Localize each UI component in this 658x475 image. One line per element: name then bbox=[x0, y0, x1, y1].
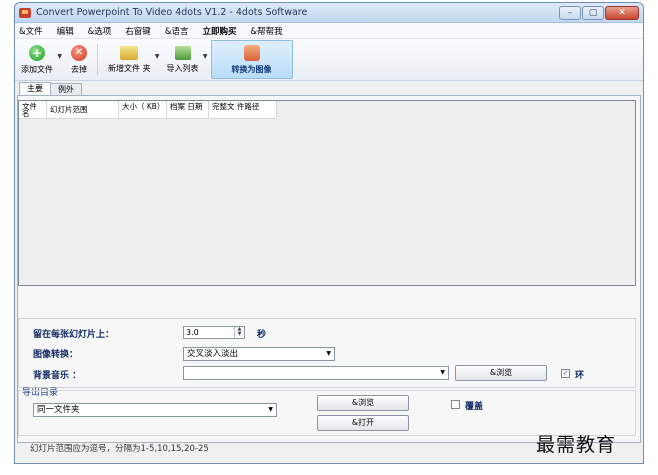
col-full-path[interactable]: 完整文 件路径 bbox=[209, 101, 277, 118]
settings-group: 留在每张幻灯片上： 3.0 ▲ ▼ 秒 图像转换： 交叉淡入淡出 ▼ 背景音乐 ：… bbox=[18, 318, 636, 388]
import-list-button[interactable]: 导入列表 ▼ bbox=[163, 39, 208, 80]
loop-checkbox[interactable]: ✓ bbox=[561, 369, 570, 378]
plus-icon: + bbox=[29, 44, 45, 61]
hand-pointer-icon bbox=[243, 44, 260, 61]
loop-label: 环 bbox=[575, 371, 585, 381]
menu-file[interactable]: &文件 bbox=[19, 25, 43, 37]
music-select[interactable]: ▼ bbox=[183, 366, 449, 380]
output-folder-value: 同一文件夹 bbox=[37, 405, 80, 415]
minimize-button[interactable]: – bbox=[559, 6, 581, 20]
browse-output-button[interactable]: &浏览 bbox=[317, 395, 409, 411]
folder-icon bbox=[120, 45, 139, 60]
app-window: Convert Powerpoint To Video 4dots V1.2 -… bbox=[14, 2, 644, 464]
toolbar-separator bbox=[97, 44, 98, 75]
toolbar: + 添加文件 ▼ ✕ 去掉 新增文件 夹 ▼ 导入列表 ▼ 转换为图像 bbox=[15, 39, 643, 81]
chevron-down-icon: ▼ bbox=[268, 406, 273, 413]
add-file-label: 添加文件 bbox=[21, 64, 53, 74]
col-slide-range[interactable]: 幻灯片范围 bbox=[47, 101, 119, 118]
remove-button[interactable]: ✕ 去掉 bbox=[67, 39, 91, 80]
transition-label: 图像转换： bbox=[33, 350, 79, 360]
menu-context[interactable]: 右窗键 bbox=[125, 25, 151, 37]
dropdown-arrow-icon[interactable]: ▼ bbox=[57, 53, 62, 60]
add-file-button[interactable]: + 添加文件 ▼ bbox=[17, 39, 62, 80]
menu-bar: &文件 编辑 &选项 右窗键 &语言 立即购买 &帮帮我 bbox=[15, 23, 643, 39]
menu-buy-now[interactable]: 立即购买 bbox=[202, 25, 236, 37]
duration-value: 3.0 bbox=[186, 328, 199, 337]
browse-music-button[interactable]: &浏览 bbox=[455, 365, 547, 381]
main-panel: 文件 名 幻灯片范围 大小（ KB） 档案 日期 完整文 件路径 留在每张幻灯片… bbox=[17, 95, 641, 443]
title-bar: Convert Powerpoint To Video 4dots V1.2 -… bbox=[15, 3, 643, 23]
watermark-text: 最需教育 bbox=[536, 434, 617, 456]
duration-label: 留在每张幻灯片上： bbox=[33, 330, 115, 340]
delete-icon: ✕ bbox=[71, 44, 87, 61]
duration-unit: 秒 bbox=[257, 330, 267, 340]
output-folder-select[interactable]: 同一文件夹 ▼ bbox=[33, 403, 277, 417]
window-title: Convert Powerpoint To Video 4dots V1.2 -… bbox=[36, 7, 308, 18]
chevron-down-icon: ▼ bbox=[440, 369, 445, 376]
col-file-name[interactable]: 文件 名 bbox=[19, 101, 47, 118]
grid-header: 文件 名 幻灯片范围 大小（ KB） 档案 日期 完整文 件路径 bbox=[19, 101, 277, 119]
file-grid[interactable]: 文件 名 幻灯片范围 大小（ KB） 档案 日期 完整文 件路径 bbox=[18, 100, 636, 286]
new-folder-button[interactable]: 新增文件 夹 ▼ bbox=[104, 39, 160, 80]
maximize-button[interactable]: ▢ bbox=[582, 6, 604, 20]
menu-help[interactable]: &帮帮我 bbox=[250, 25, 282, 37]
menu-edit[interactable]: 编辑 bbox=[57, 25, 74, 37]
duration-spinner[interactable]: 3.0 ▲ ▼ bbox=[183, 326, 245, 339]
chevron-down-icon: ▼ bbox=[326, 350, 331, 357]
import-list-label: 导入列表 bbox=[166, 63, 199, 73]
close-button[interactable]: ✕ bbox=[605, 6, 639, 20]
app-icon bbox=[19, 7, 31, 18]
new-folder-label: 新增文件 夹 bbox=[108, 63, 151, 73]
dropdown-arrow-icon[interactable]: ▼ bbox=[203, 53, 208, 60]
transition-select[interactable]: 交叉淡入淡出 ▼ bbox=[183, 347, 335, 361]
spinner-arrows-icon[interactable]: ▲ ▼ bbox=[234, 327, 244, 338]
overwrite-label: 覆盖 bbox=[465, 402, 484, 412]
convert-button[interactable]: 转换为图像 bbox=[210, 40, 293, 79]
transition-value: 交叉淡入淡出 bbox=[187, 349, 239, 359]
overwrite-checkbox[interactable] bbox=[451, 400, 460, 409]
open-output-button[interactable]: &打开 bbox=[317, 415, 409, 431]
menu-options[interactable]: &选项 bbox=[88, 25, 112, 37]
convert-label: 转换为图像 bbox=[231, 64, 272, 74]
dropdown-arrow-icon[interactable]: ▼ bbox=[155, 53, 160, 60]
col-size[interactable]: 大小（ KB） bbox=[119, 101, 167, 118]
menu-language[interactable]: &语言 bbox=[165, 25, 189, 37]
col-file-date[interactable]: 档案 日期 bbox=[167, 101, 209, 118]
import-icon bbox=[174, 45, 191, 60]
music-label: 背景音乐 ： bbox=[33, 371, 82, 381]
tab-main[interactable]: 主要 bbox=[19, 82, 51, 96]
slide-range-hint: 幻灯片范围应为逗号，分隔为1-5,10,15,20-25 bbox=[30, 444, 209, 454]
remove-label: 去掉 bbox=[71, 64, 87, 74]
